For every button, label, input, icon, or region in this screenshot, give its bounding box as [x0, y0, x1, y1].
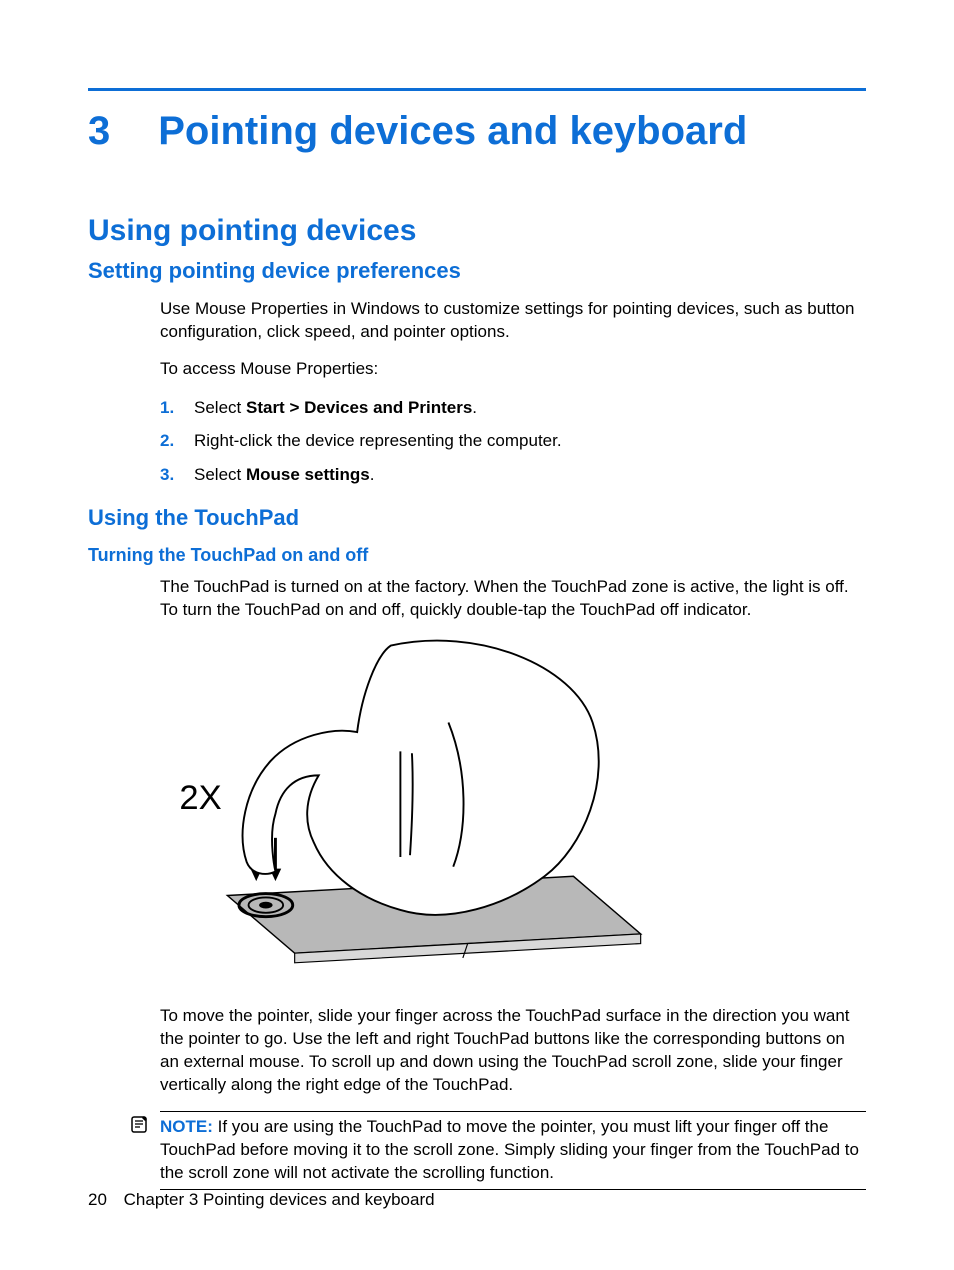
section-heading-using-pointing-devices: Using pointing devices: [88, 214, 866, 248]
steps-list: 1. Select Start > Devices and Printers. …: [160, 395, 866, 488]
chapter-title: Pointing devices and keyboard: [158, 109, 747, 154]
step-text: Select Mouse settings.: [194, 462, 374, 488]
step-text: Right-click the device representing the …: [194, 428, 562, 454]
subsubsection-heading-turning-on-off: Turning the TouchPad on and off: [88, 545, 866, 566]
top-rule: [88, 88, 866, 91]
note-label: NOTE:: [160, 1117, 213, 1136]
note-block: NOTE: If you are using the TouchPad to m…: [130, 1111, 866, 1190]
figure-label-2x: 2X: [179, 779, 221, 817]
step-number: 3.: [160, 462, 176, 488]
chapter-number: 3: [88, 109, 110, 154]
page: 3 Pointing devices and keyboard Using po…: [0, 0, 954, 1270]
step-number: 1.: [160, 395, 176, 421]
list-item: 2. Right-click the device representing t…: [160, 428, 866, 454]
note-text: NOTE: If you are using the TouchPad to m…: [160, 1111, 866, 1190]
note-icon: [130, 1111, 150, 1190]
list-item: 1. Select Start > Devices and Printers.: [160, 395, 866, 421]
paragraph: To move the pointer, slide your finger a…: [160, 1005, 866, 1097]
paragraph: To access Mouse Properties:: [160, 358, 866, 381]
paragraph: Use Mouse Properties in Windows to custo…: [160, 298, 866, 344]
touchpad-body: The TouchPad is turned on at the factory…: [160, 576, 866, 1097]
page-footer: 20 Chapter 3 Pointing devices and keyboa…: [88, 1190, 435, 1210]
paragraph: The TouchPad is turned on at the factory…: [160, 576, 866, 622]
footer-chapter-label: Chapter 3 Pointing devices and keyboard: [124, 1190, 435, 1209]
step-text: Select Start > Devices and Printers.: [194, 395, 477, 421]
step-number: 2.: [160, 428, 176, 454]
touchpad-double-tap-illustration: 2X: [160, 636, 660, 982]
subsection-heading-preferences: Setting pointing device preferences: [88, 258, 866, 284]
chapter-heading: 3 Pointing devices and keyboard: [88, 109, 866, 154]
subsection-heading-using-touchpad: Using the TouchPad: [88, 505, 866, 531]
preferences-body: Use Mouse Properties in Windows to custo…: [160, 298, 866, 487]
page-number: 20: [88, 1190, 107, 1209]
touchpad-figure: 2X: [160, 636, 866, 987]
list-item: 3. Select Mouse settings.: [160, 462, 866, 488]
note-body: If you are using the TouchPad to move th…: [160, 1117, 859, 1182]
